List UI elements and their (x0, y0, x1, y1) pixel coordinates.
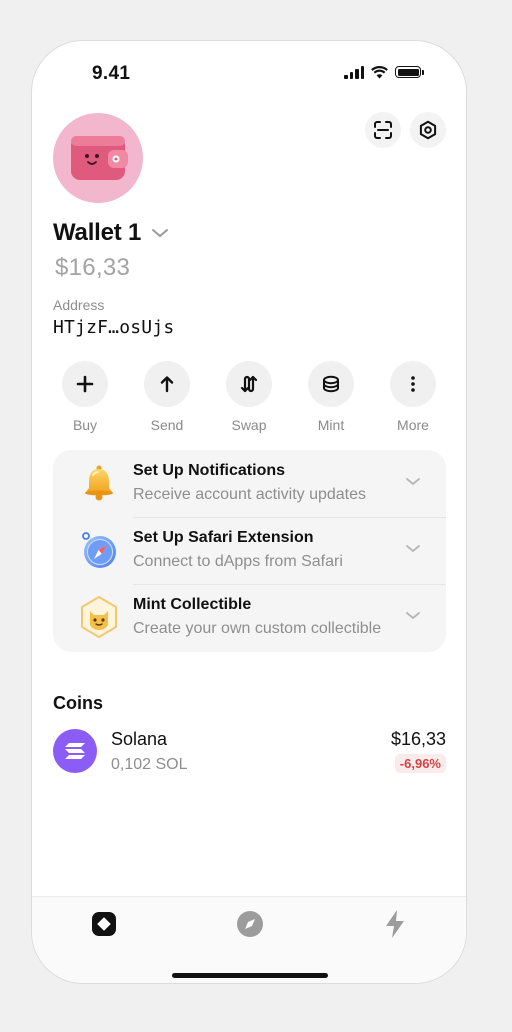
coin-row-solana[interactable]: Solana 0,102 SOL $16,33 -6,96% (53, 725, 446, 781)
mint-label: Mint (317, 417, 345, 433)
swap-label: Swap (231, 417, 267, 433)
gear-icon (419, 120, 437, 140)
wallet-avatar[interactable] (53, 113, 143, 203)
home-indicator (172, 973, 328, 978)
wallet-address[interactable]: HTjzF…osUjs (53, 317, 174, 338)
wallet-character-icon (71, 136, 128, 180)
plus-icon (76, 375, 94, 393)
buy-button[interactable]: Buy (53, 361, 117, 433)
setup-item-notifications[interactable]: Set Up Notifications Receive account act… (53, 450, 446, 517)
cellular-signal-icon (344, 65, 364, 79)
chevron-down-icon (406, 545, 420, 553)
tab-bar (32, 896, 466, 983)
more-vertical-icon (411, 376, 415, 392)
chevron-down-icon (406, 612, 420, 620)
coins-icon (323, 375, 339, 393)
arrow-up-icon (160, 376, 174, 393)
phone-screen: 9.41 Wallet 1 $16,33 Address HTjzF…osUjs… (31, 40, 467, 984)
swap-button[interactable]: Swap (217, 361, 281, 433)
address-label: Address (53, 297, 105, 313)
coin-name: Solana (111, 729, 168, 749)
solana-icon (53, 729, 97, 773)
setup-title: Set Up Notifications (133, 462, 286, 479)
setup-subtitle: Receive account activity updates (133, 486, 367, 503)
coin-value: $16,33 (390, 729, 446, 749)
scan-icon (374, 121, 392, 139)
setup-title: Set Up Safari Extension (133, 529, 314, 546)
more-button[interactable]: More (381, 361, 445, 433)
send-label: Send (150, 417, 184, 433)
cat-badge-icon (78, 596, 120, 638)
send-circle[interactable] (144, 361, 190, 407)
tab-home[interactable] (89, 909, 119, 939)
scan-qr-button[interactable] (365, 112, 401, 148)
mint-circle[interactable] (308, 361, 354, 407)
setup-title: Mint Collectible (133, 596, 252, 613)
status-time: 9.41 (92, 63, 131, 84)
buy-circle[interactable] (62, 361, 108, 407)
swap-circle[interactable] (226, 361, 272, 407)
coins-section-title: Coins (53, 693, 104, 713)
wallet-name: Wallet 1 (53, 219, 142, 246)
buy-label: Buy (72, 417, 98, 433)
wifi-icon (371, 66, 388, 79)
status-icons (344, 65, 424, 79)
compass-icon (78, 529, 120, 571)
lightning-icon (386, 910, 404, 938)
action-bar: Buy Send Swap Mint More (53, 361, 445, 433)
wallet-selector[interactable]: Wallet 1 (53, 219, 169, 247)
coin-change-badge: -6,96% (394, 754, 446, 773)
chevron-down-icon (152, 229, 169, 238)
more-circle[interactable] (390, 361, 436, 407)
chevron-down-icon (406, 478, 420, 486)
setup-item-safari[interactable]: Set Up Safari Extension Connect to dApps… (53, 517, 446, 584)
bell-icon (78, 462, 120, 504)
setup-card: Set Up Notifications Receive account act… (53, 450, 446, 652)
coin-amount: 0,102 SOL (111, 756, 188, 773)
more-label: More (397, 417, 429, 433)
send-button[interactable]: Send (135, 361, 199, 433)
home-portfolio-icon (92, 912, 116, 936)
compass-explore-icon (237, 911, 263, 937)
tab-activity[interactable] (380, 909, 410, 939)
setup-item-collectible[interactable]: Mint Collectible Create your own custom … (53, 584, 446, 651)
swap-icon (240, 375, 258, 393)
settings-button[interactable] (410, 112, 446, 148)
setup-subtitle: Create your own custom collectible (133, 620, 382, 637)
tab-explore[interactable] (235, 909, 265, 939)
setup-subtitle: Connect to dApps from Safari (133, 553, 343, 570)
wallet-balance: $16,33 (55, 254, 131, 281)
mint-button[interactable]: Mint (299, 361, 363, 433)
battery-icon (395, 66, 424, 78)
